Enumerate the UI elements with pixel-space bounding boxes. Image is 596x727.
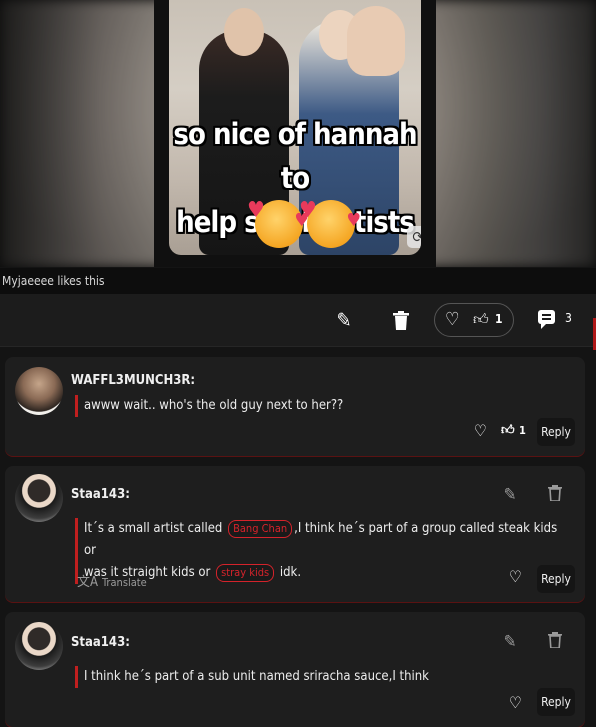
heart-icon[interactable]: ♡ bbox=[509, 567, 522, 586]
remix-icon[interactable]: ⟳ bbox=[407, 226, 421, 248]
trash-icon[interactable] bbox=[388, 307, 414, 333]
comment-like-count: 1 bbox=[519, 424, 526, 437]
comment-username[interactable]: Staa143: bbox=[71, 487, 130, 502]
comment-text: It´s a small artist called Bang Chan ,I t… bbox=[75, 518, 559, 584]
likes-bar: Myjaeeee likes this bbox=[0, 268, 596, 294]
post-media[interactable]: so nice of hannah to help small artists … bbox=[0, 0, 596, 267]
caption-line-1: so nice of hannah to bbox=[173, 117, 417, 195]
reply-button[interactable]: Reply bbox=[537, 565, 575, 593]
avatar[interactable] bbox=[15, 367, 63, 415]
tag-stray-kids[interactable]: stray kids bbox=[216, 564, 275, 582]
comment-text-part: idk. bbox=[279, 565, 302, 580]
comments-button[interactable]: 3 bbox=[538, 307, 588, 333]
comment-count: 3 bbox=[565, 311, 572, 325]
thumbs-up-icon[interactable]: 👍︎ bbox=[501, 423, 515, 438]
smiling-face-with-hearts-icon bbox=[247, 186, 309, 248]
comment-card: Staa143: ✎ It´s a small artist called Ba… bbox=[5, 466, 585, 602]
raised-hand-figure bbox=[347, 6, 405, 76]
pencil-icon[interactable]: ✎ bbox=[331, 307, 357, 333]
comment-icon bbox=[538, 310, 555, 329]
heart-icon[interactable]: ♡ bbox=[474, 421, 487, 440]
tag-bang-chan[interactable]: Bang Chan bbox=[228, 520, 293, 538]
comment-card: WAFFL3MUNCH3R: awww wait.. who's the old… bbox=[5, 357, 585, 456]
video-frame[interactable]: so nice of hannah to help small artists … bbox=[154, 0, 436, 267]
heart-icon[interactable]: ♡ bbox=[445, 309, 460, 330]
likes-text: Myjaeeee likes this bbox=[2, 274, 105, 288]
heart-icon[interactable]: ♡ bbox=[509, 693, 522, 712]
comment-card: Staa143: ✎ I think he´s part of a sub un… bbox=[5, 612, 585, 727]
comment-text: awww wait.. who's the old guy next to he… bbox=[75, 395, 343, 417]
edit-icon[interactable]: ✎ bbox=[500, 485, 520, 505]
comment-text-part: It´s a small artist called bbox=[84, 521, 223, 536]
reply-button[interactable]: Reply bbox=[537, 418, 575, 446]
edit-icon[interactable]: ✎ bbox=[500, 632, 520, 652]
avatar[interactable] bbox=[15, 622, 63, 670]
thumbs-up-icon[interactable]: 👍︎ bbox=[473, 310, 489, 329]
avatar[interactable] bbox=[15, 474, 63, 522]
trash-icon[interactable] bbox=[545, 632, 565, 652]
like-count: 1 bbox=[495, 312, 503, 326]
emoji-group bbox=[247, 186, 365, 250]
translate-button[interactable]: 文A Translate bbox=[77, 571, 147, 590]
comment-text: I think he´s part of a sub unit named sr… bbox=[75, 666, 429, 688]
comment-username[interactable]: WAFFL3MUNCH3R: bbox=[71, 373, 195, 388]
post-action-bar: ✎ ♡ 👍︎ 1 3 bbox=[0, 294, 596, 347]
reply-button[interactable]: Reply bbox=[537, 688, 575, 716]
translate-icon: 文A bbox=[77, 575, 98, 590]
smiling-face-with-hearts-icon bbox=[299, 186, 361, 248]
video-thumbnail[interactable]: so nice of hannah to help small artists … bbox=[169, 0, 421, 255]
reaction-pill[interactable]: ♡ 👍︎ 1 bbox=[434, 303, 514, 337]
comment-username[interactable]: Staa143: bbox=[71, 635, 130, 650]
trash-icon[interactable] bbox=[545, 485, 565, 505]
translate-label: Translate bbox=[102, 576, 147, 589]
